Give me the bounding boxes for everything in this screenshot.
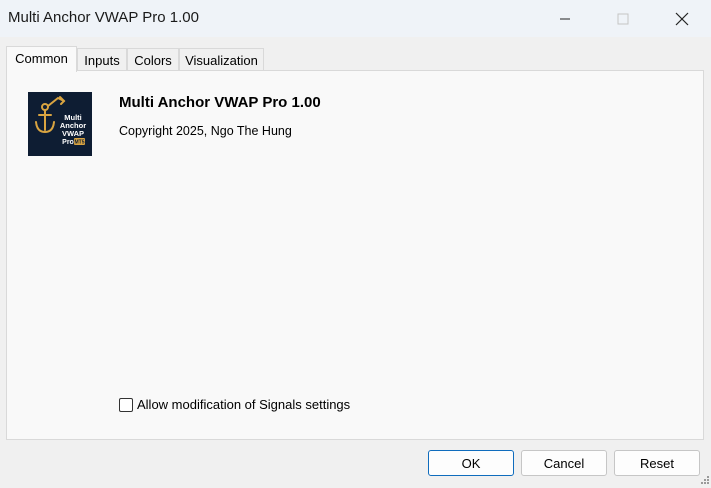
logo-line-3: VWAP [62, 129, 84, 138]
tab-common[interactable]: Common [6, 46, 77, 72]
product-title: Multi Anchor VWAP Pro 1.00 [119, 94, 321, 111]
allow-signals-label[interactable]: Allow modification of Signals settings [137, 397, 350, 412]
window-title: Multi Anchor VWAP Pro 1.00 [8, 9, 199, 26]
common-tab-panel: Multi Anchor VWAP Pro MT5 Multi Anchor V… [6, 70, 704, 440]
reset-button[interactable]: Reset [614, 450, 700, 476]
resize-grip-icon[interactable] [699, 473, 710, 484]
allow-signals-option[interactable]: Allow modification of Signals settings [119, 397, 350, 412]
tab-colors[interactable]: Colors [127, 48, 179, 70]
copyright-text: Copyright 2025, Ngo The Hung [119, 124, 292, 138]
maximize-icon [617, 13, 629, 24]
minimize-button[interactable] [542, 0, 588, 37]
tab-inputs[interactable]: Inputs [77, 48, 127, 70]
ok-button[interactable]: OK [428, 450, 514, 476]
allow-signals-checkbox[interactable] [119, 397, 133, 412]
cancel-button[interactable]: Cancel [521, 450, 607, 476]
logo-line-4: Pro [62, 139, 74, 146]
maximize-button[interactable] [600, 0, 646, 37]
title-bar: Multi Anchor VWAP Pro 1.00 [0, 0, 711, 37]
product-logo: Multi Anchor VWAP Pro MT5 [28, 92, 92, 156]
logo-badge: MT5 [75, 140, 85, 146]
close-icon [675, 12, 689, 25]
tab-visualization[interactable]: Visualization [179, 48, 264, 70]
close-button[interactable] [659, 0, 705, 37]
minimize-icon [560, 18, 570, 19]
logo-graphic: Multi Anchor VWAP Pro MT5 [35, 96, 86, 146]
